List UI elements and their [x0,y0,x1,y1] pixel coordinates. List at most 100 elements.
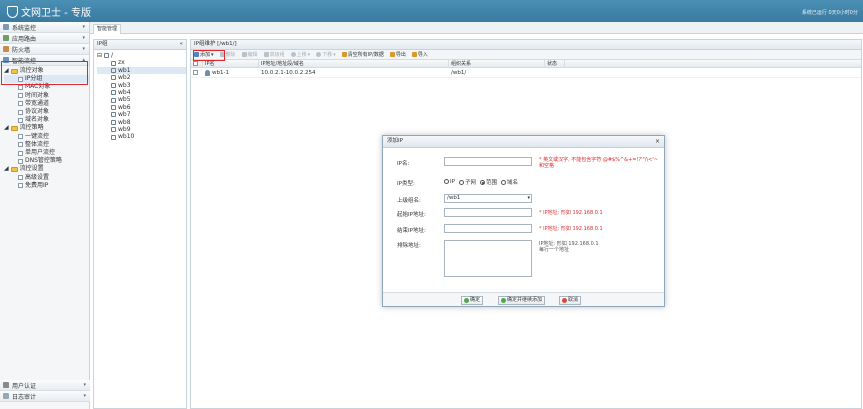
user-edit-icon [241,52,247,57]
add-ip-dialog: 添加IP × IP名: * 英文或汉字, 不能包含字符 @#$%^&+=!?'"… [382,135,665,307]
button-label: 取消 [568,297,579,303]
dialog-title-bar: 添加IP × [383,136,664,148]
tree-node-single-user[interactable]: 单用户流控 [4,149,89,157]
tree-node-one-key[interactable]: 一键流控 [4,133,89,141]
ok-continue-button[interactable]: 确定并继续添加 [498,296,546,305]
start-ip-input[interactable] [444,208,532,217]
group-icon [111,112,116,118]
select-all-cell[interactable] [191,60,203,67]
group-icon [111,105,116,111]
panel-title: IP组 [97,41,108,47]
ip-tree-node[interactable]: wb3 [97,82,186,89]
tree-label: wb8 [118,118,131,126]
sidebar-section-log[interactable]: 日志审计 ▾ [0,391,90,402]
hint-text: * 英文或汉字, 不能包含字符 @#$%^&+=!?'"/\<'~和空格 [539,157,658,169]
tree-label: 免费用IP [25,181,49,189]
ip-tree-root[interactable]: ⊟ / [97,52,186,59]
page-icon [18,134,23,140]
tree-label: 整体流控 [25,140,50,148]
tree-node-flow-settings[interactable]: ◢ 流控设置 [4,165,89,173]
folder-icon [10,126,18,132]
advanced-group-button[interactable]: 高级组 [263,51,285,58]
sidebar-section-monitor[interactable]: 系统监控 ▾ [0,22,89,33]
tree-node-protocol[interactable]: 协议对象 [4,108,89,116]
tree-node-advanced[interactable]: 高级设置 [4,174,89,182]
move-up-button[interactable]: 上移 ▾ [290,51,310,58]
exclude-textarea[interactable] [444,240,532,277]
radio-ip[interactable]: IP [444,179,455,185]
app-title: 文网卫士 - 专版 [21,8,91,19]
page-icon [18,101,23,107]
tree-label: wb9 [118,126,131,134]
ip-tree-node[interactable]: wb9 [97,126,186,133]
hint-text: * IP地址: 形如 192.168.0.1 [539,226,603,232]
ip-tree-node[interactable]: wb1 [97,66,186,75]
ip-tree-node[interactable]: wb8 [97,119,186,126]
column-header-address[interactable]: IP地址/地址段/域名 [259,60,449,67]
ip-tree-node[interactable]: wb7 [97,111,186,118]
ok-button[interactable]: 确定 [461,296,484,305]
tree-node-domain[interactable]: 域名对象 [4,116,89,124]
tree-label: 带宽通道 [25,99,50,107]
close-icon[interactable]: × [655,136,660,147]
radio-selected-icon [479,180,485,185]
exclude-hint: IP地址: 形如 192.168.0.1 每行一个地址 [539,241,639,253]
tree-node-overall[interactable]: 整体流控 [4,141,89,149]
tree-node-free-ip[interactable]: 免费用IP [4,182,89,190]
ip-name-input[interactable] [444,157,532,166]
ip-group-tree: ⊟ / zx wb1 wb2 wb3 wb4 wb5 wb6 wb7 wb8 wb… [94,50,186,141]
end-ip-input[interactable] [444,224,532,233]
ip-tree-node[interactable]: wb4 [97,89,186,96]
ip-tree-node[interactable]: wb5 [97,96,186,103]
cancel-button[interactable]: 取消 [559,296,582,305]
row-select-cell[interactable] [191,68,203,77]
page-icon [18,158,23,164]
tree-node-time[interactable]: 时间对象 [4,92,89,100]
import-button[interactable]: 导入 [411,51,428,58]
edit-button[interactable]: 编辑 [241,51,258,58]
chevron-down-icon: ▾ [83,382,86,388]
check-icon [501,298,506,303]
group-icon [111,119,116,125]
parent-group-select[interactable]: /wb1 ▾ [444,194,532,203]
radio-label: 域名 [506,180,518,186]
clear-all-button[interactable]: 清空所有IP/数据 [341,51,384,58]
ip-tree-node[interactable]: wb2 [97,74,186,81]
column-header-group[interactable]: 组织关系 [449,60,545,67]
radio-label: 范围 [485,180,497,186]
ip-type-label: IP类型: [397,181,415,187]
button-label: 导入 [417,52,428,58]
group-icon [111,82,116,88]
table-row[interactable]: wb1-1 10.0.2.1-10.0.2.254 /wb1/ [191,68,861,78]
column-header-name[interactable]: IP名 [203,60,259,67]
ip-tree-node[interactable]: zx [97,59,186,66]
radio-range[interactable]: 范围 [479,178,497,186]
ip-group-panel-header: IP组 « [94,40,186,50]
radio-domain[interactable]: 域名 [500,178,518,186]
page-icon [18,150,23,156]
group-icon [111,60,116,66]
radio-label: 子网 [464,180,476,186]
radio-icon [444,179,449,184]
tree-label: wb3 [118,81,131,89]
ip-tree-node[interactable]: wb10 [97,133,186,140]
chevron-down-icon: ▾ [83,393,86,399]
column-header-status[interactable]: 状态 [545,60,565,67]
sidebar-section-firewall[interactable]: 防火墙 ▾ [0,44,89,55]
export-button[interactable]: 导出 [389,51,406,58]
ip-tree-node[interactable]: wb6 [97,104,186,111]
radio-subnet[interactable]: 子网 [458,178,476,186]
tree-label: zx [118,59,125,67]
chevron-down-icon[interactable]: ▾ [527,195,530,202]
sidebar-section-routing[interactable]: 应用路由 ▾ [0,33,89,44]
tab-smart-management[interactable]: 智能管理 [93,24,122,34]
sidebar-section-auth[interactable]: 用户认证 ▾ [0,380,90,391]
collapse-icon[interactable]: « [180,40,183,49]
row-checkbox[interactable] [193,70,198,75]
tree-node-dns[interactable]: DNS管控策略 [4,157,89,165]
select-all-checkbox[interactable] [193,61,198,66]
tree-node-bandwidth[interactable]: 带宽通道 [4,100,89,108]
tree-node-flow-policy[interactable]: ◢ 流控策略 [4,124,89,132]
page-icon [18,117,23,123]
move-down-button[interactable]: 下移 ▾ [316,51,336,58]
